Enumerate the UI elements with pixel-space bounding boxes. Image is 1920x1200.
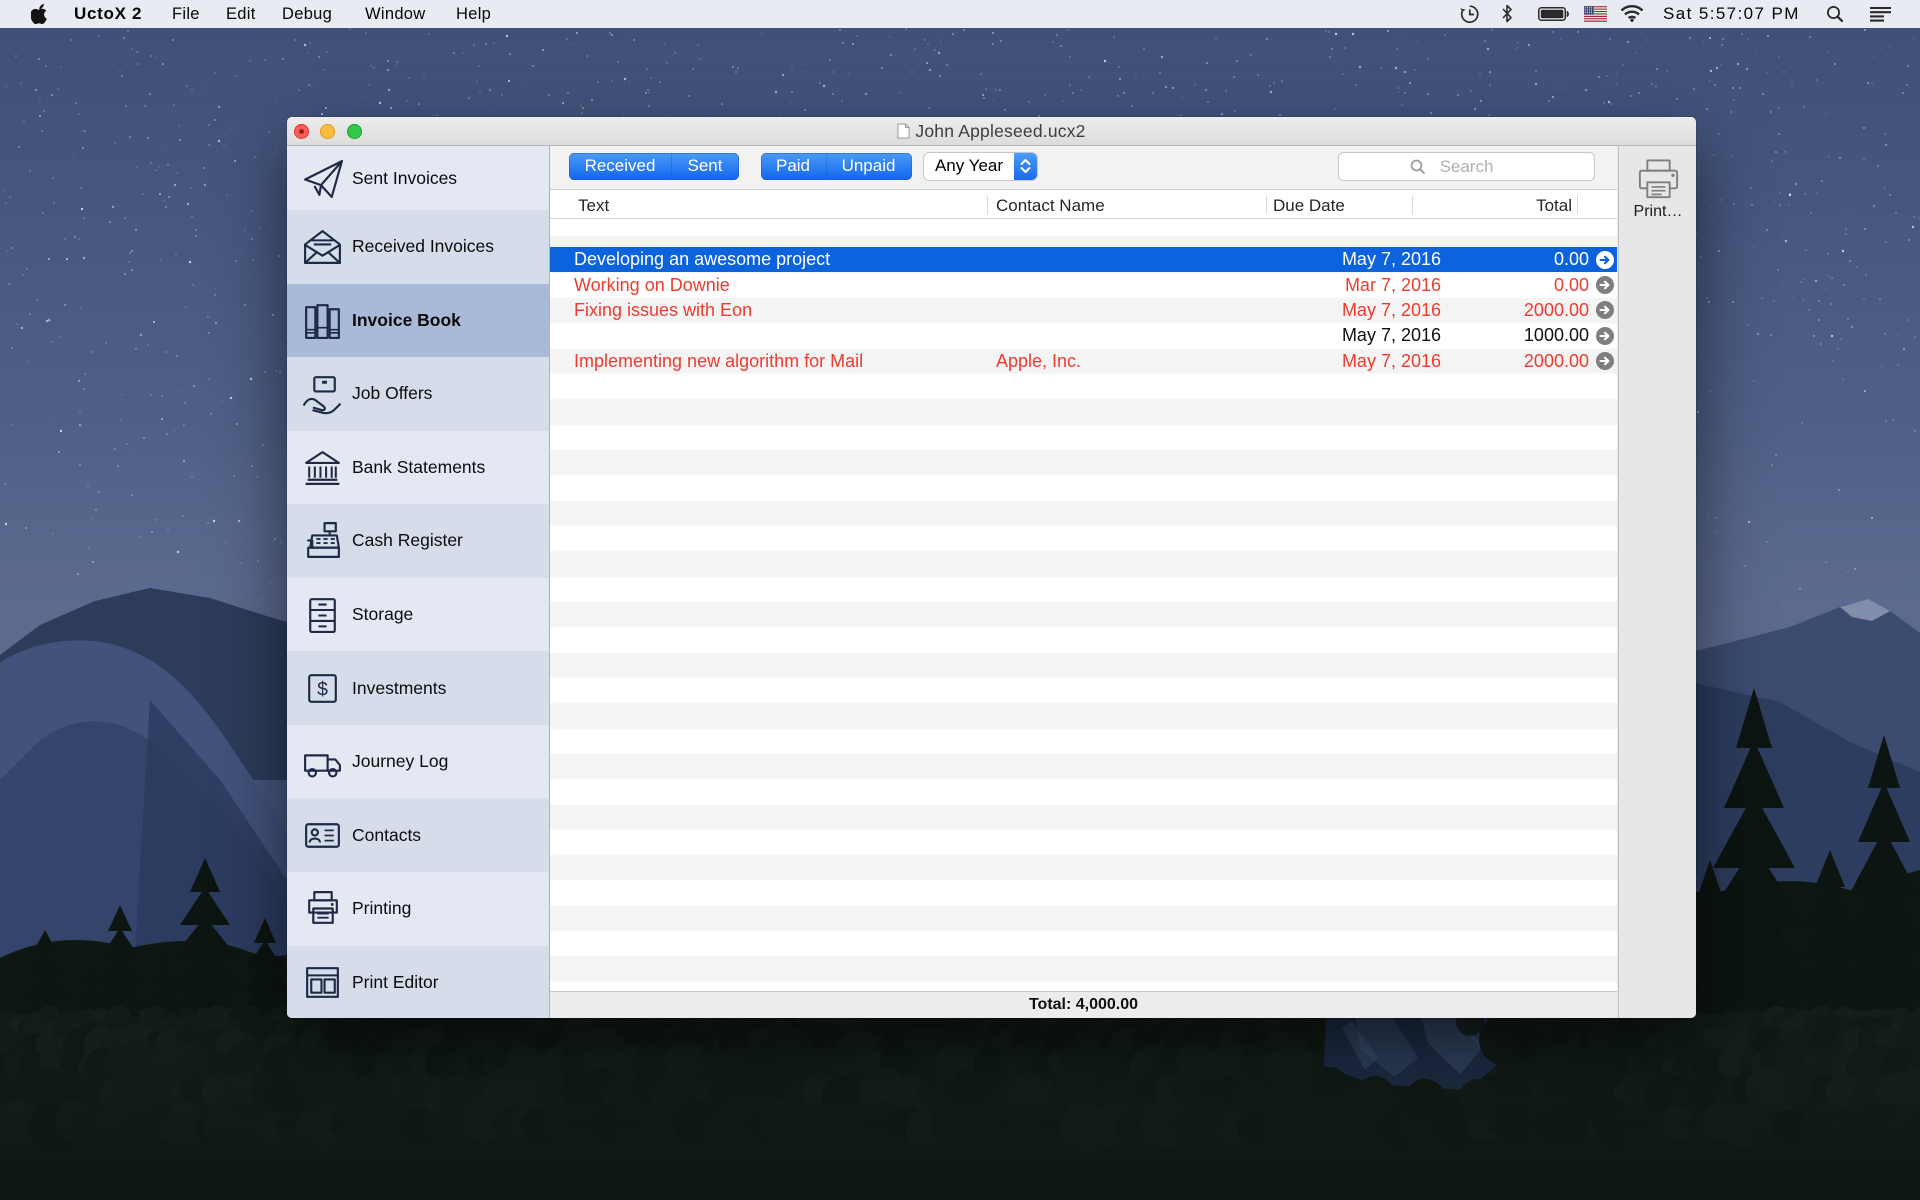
svg-text:$: $ (317, 678, 328, 700)
